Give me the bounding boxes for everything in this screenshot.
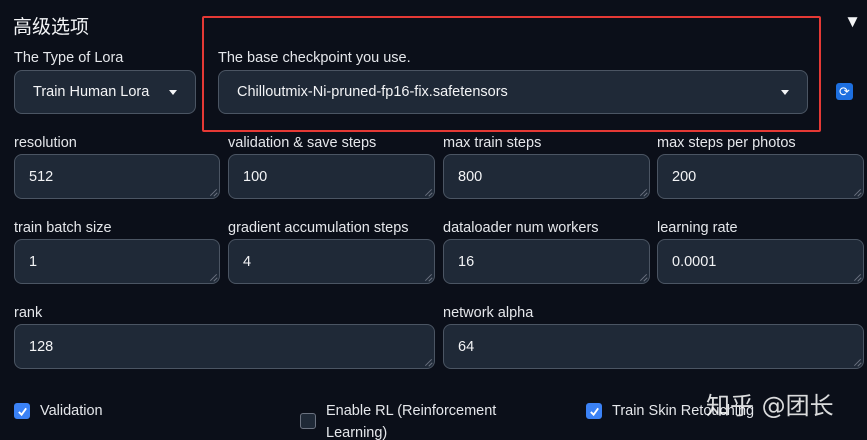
- max-train-steps-input[interactable]: 800: [443, 154, 650, 199]
- enable-rl-label-line2: Learning): [326, 425, 388, 440]
- max-steps-per-photos-label: max steps per photos: [657, 135, 796, 151]
- max-train-steps-label: max train steps: [443, 135, 542, 151]
- train-batch-size-input[interactable]: 1: [14, 239, 220, 284]
- advanced-options-panel: 高级选项 ▼ The Type of Lora Train Human Lora…: [0, 0, 867, 440]
- lora-type-value: Train Human Lora: [33, 84, 150, 100]
- validation-save-steps-label: validation & save steps: [228, 135, 377, 151]
- max-steps-per-photos-value: 200: [672, 168, 697, 185]
- max-train-steps-value: 800: [458, 168, 483, 185]
- resize-handle-icon[interactable]: [853, 273, 861, 281]
- resize-handle-icon[interactable]: [639, 188, 647, 196]
- resize-handle-icon[interactable]: [639, 273, 647, 281]
- enable-rl-checkbox-label[interactable]: Enable RL (Reinforcement Learning): [326, 400, 496, 440]
- check-icon: [589, 407, 599, 416]
- enable-rl-label-line1: Enable RL (Reinforcement: [326, 403, 497, 419]
- dataloader-num-workers-label: dataloader num workers: [443, 220, 599, 236]
- triangle-down-icon[interactable]: ▼: [844, 12, 861, 32]
- resolution-input[interactable]: 512: [14, 154, 220, 199]
- resize-handle-icon[interactable]: [424, 358, 432, 366]
- check-icon: [17, 407, 27, 416]
- lora-type-dropdown[interactable]: Train Human Lora: [14, 70, 196, 114]
- validation-save-steps-input[interactable]: 100: [228, 154, 435, 199]
- chevron-down-icon: [169, 89, 177, 95]
- train-batch-size-value: 1: [29, 253, 38, 270]
- gradient-accumulation-steps-input[interactable]: 4: [228, 239, 435, 284]
- learning-rate-input[interactable]: 0.0001: [657, 239, 864, 284]
- resize-handle-icon[interactable]: [424, 188, 432, 196]
- network-alpha-value: 64: [458, 338, 475, 355]
- rank-input[interactable]: 128: [14, 324, 435, 369]
- rank-value: 128: [29, 338, 54, 355]
- resize-handle-icon[interactable]: [424, 273, 432, 281]
- train-batch-size-label: train batch size: [14, 220, 112, 236]
- resize-handle-icon[interactable]: [853, 358, 861, 366]
- train-skin-retouching-checkbox[interactable]: [586, 403, 602, 419]
- learning-rate-value: 0.0001: [672, 253, 717, 270]
- validation-save-steps-value: 100: [243, 168, 268, 185]
- resolution-label: resolution: [14, 135, 77, 151]
- network-alpha-input[interactable]: 64: [443, 324, 864, 369]
- validation-checkbox[interactable]: [14, 403, 30, 419]
- learning-rate-label: learning rate: [657, 220, 738, 236]
- max-steps-per-photos-input[interactable]: 200: [657, 154, 864, 199]
- rank-label: rank: [14, 305, 43, 321]
- resize-handle-icon[interactable]: [209, 273, 217, 281]
- dataloader-num-workers-input[interactable]: 16: [443, 239, 650, 284]
- resolution-value: 512: [29, 168, 54, 185]
- gradient-accumulation-steps-label: gradient accumulation steps: [228, 220, 409, 236]
- validation-checkbox-label[interactable]: Validation: [40, 400, 103, 422]
- refresh-icon[interactable]: ⟳: [836, 83, 853, 100]
- watermark: 知乎 @团长: [706, 392, 834, 420]
- network-alpha-label: network alpha: [443, 305, 534, 321]
- highlight-annotation-box: [202, 16, 821, 132]
- enable-rl-checkbox[interactable]: [300, 413, 316, 429]
- lora-type-label: The Type of Lora: [14, 50, 124, 66]
- resize-handle-icon[interactable]: [209, 188, 217, 196]
- gradient-accumulation-steps-value: 4: [243, 253, 252, 270]
- section-title[interactable]: 高级选项: [13, 12, 89, 39]
- resize-handle-icon[interactable]: [853, 188, 861, 196]
- dataloader-num-workers-value: 16: [458, 253, 475, 270]
